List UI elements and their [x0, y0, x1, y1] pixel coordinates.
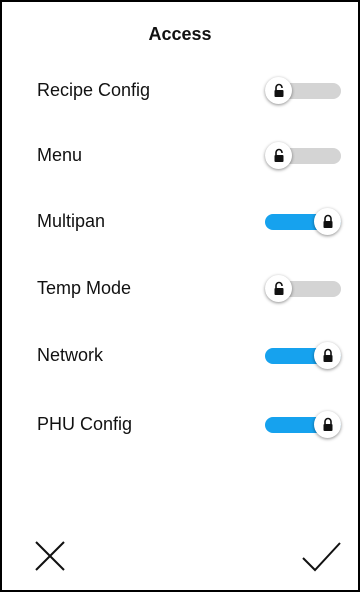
setting-label: Temp Mode — [37, 278, 132, 298]
toggle-knob — [314, 342, 341, 369]
locked-padlock-icon — [323, 417, 333, 431]
checkmark-icon — [302, 542, 341, 572]
setting-row-multipan: Multipan — [37, 205, 347, 239]
setting-label: Recipe Config — [37, 80, 151, 100]
toggle-knob — [314, 208, 341, 235]
access-toggle-phu-config[interactable] — [265, 408, 343, 442]
toggle-knob — [265, 142, 292, 169]
setting-row-phu-config: PHU Config — [37, 408, 347, 442]
close-icon — [35, 541, 65, 571]
locked-padlock-icon — [323, 348, 333, 362]
access-toggle-recipe-config[interactable] — [265, 74, 343, 108]
access-panel: Access Recipe Config Menu Multipan Temp … — [0, 0, 360, 592]
unlocked-padlock-icon — [274, 148, 284, 162]
setting-row-menu: Menu — [37, 139, 347, 173]
toggle-knob — [265, 275, 292, 302]
setting-label: PHU Config — [37, 414, 133, 434]
locked-padlock-icon — [323, 214, 333, 228]
access-toggle-multipan[interactable] — [265, 205, 343, 239]
unlocked-padlock-icon — [274, 83, 284, 97]
cancel-button[interactable] — [28, 534, 72, 578]
setting-row-recipe-config: Recipe Config — [37, 74, 347, 108]
setting-label: Menu — [37, 145, 83, 165]
setting-row-temp-mode: Temp Mode — [37, 272, 347, 306]
access-toggle-temp-mode[interactable] — [265, 272, 343, 306]
unlocked-padlock-icon — [274, 281, 284, 295]
toggle-knob — [265, 77, 292, 104]
access-toggle-network[interactable] — [265, 339, 343, 373]
access-toggle-menu[interactable] — [265, 139, 343, 173]
toggle-knob — [314, 411, 341, 438]
page-title: Access — [148, 24, 212, 44]
setting-label: Network — [37, 345, 104, 365]
setting-label: Multipan — [37, 211, 106, 231]
confirm-button[interactable] — [298, 534, 342, 578]
setting-row-network: Network — [37, 339, 347, 373]
